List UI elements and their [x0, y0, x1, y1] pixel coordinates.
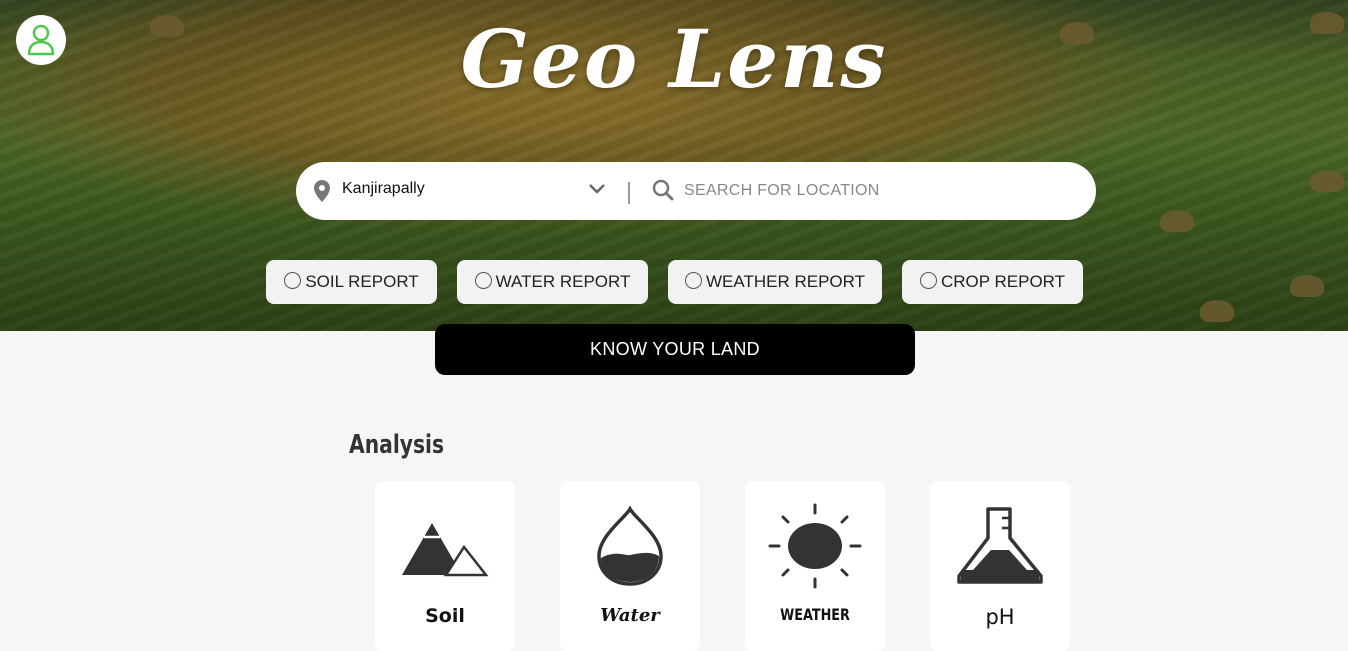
card-label: WEATHER: [780, 605, 850, 624]
location-select[interactable]: Kanjirapally: [342, 180, 425, 198]
radio-button[interactable]: [919, 271, 937, 289]
hay-bale: [1160, 210, 1194, 232]
hay-bale: [1200, 300, 1234, 322]
search-divider: [628, 182, 630, 204]
option-label: CROP REPORT: [940, 272, 1066, 291]
location-pin-icon: [314, 180, 330, 202]
hay-bale: [1290, 275, 1324, 297]
radio-button[interactable]: [474, 271, 492, 289]
app-title: Geo Lens: [460, 12, 888, 106]
search-bar: Kanjirapally: [296, 162, 1096, 220]
know-your-land-button[interactable]: KNOW YOUR LAND: [435, 324, 915, 375]
option-label: SOIL REPORT: [305, 272, 419, 291]
analysis-card-soil[interactable]: Soil: [375, 481, 515, 651]
water-report-option[interactable]: WATER REPORT: [457, 260, 648, 304]
crop-report-option[interactable]: CROP REPORT: [902, 260, 1083, 304]
analysis-card-weather[interactable]: WEATHER: [745, 481, 885, 651]
chevron-down-icon[interactable]: [588, 183, 606, 195]
search-icon[interactable]: [652, 179, 674, 201]
radio-button[interactable]: [284, 271, 302, 289]
mountain-icon: [402, 523, 489, 577]
search-input[interactable]: [682, 173, 1076, 209]
water-drop-icon: [597, 506, 663, 586]
analysis-card-ph[interactable]: pH: [930, 481, 1070, 651]
card-label: pH: [985, 605, 1015, 629]
option-label: WATER REPORT: [495, 272, 631, 291]
hay-bale: [1310, 170, 1344, 192]
soil-report-option[interactable]: SOIL REPORT: [266, 260, 437, 304]
card-label: Water: [600, 605, 660, 626]
option-label: WEATHER REPORT: [706, 272, 865, 291]
radio-button[interactable]: [685, 271, 702, 289]
analysis-heading: Analysis: [349, 430, 445, 460]
sun-icon: [768, 503, 862, 589]
flask-icon: [957, 507, 1043, 584]
card-label: Soil: [425, 605, 465, 627]
analysis-card-water[interactable]: Water: [560, 481, 700, 651]
weather-report-option[interactable]: WEATHER REPORT: [668, 260, 882, 304]
